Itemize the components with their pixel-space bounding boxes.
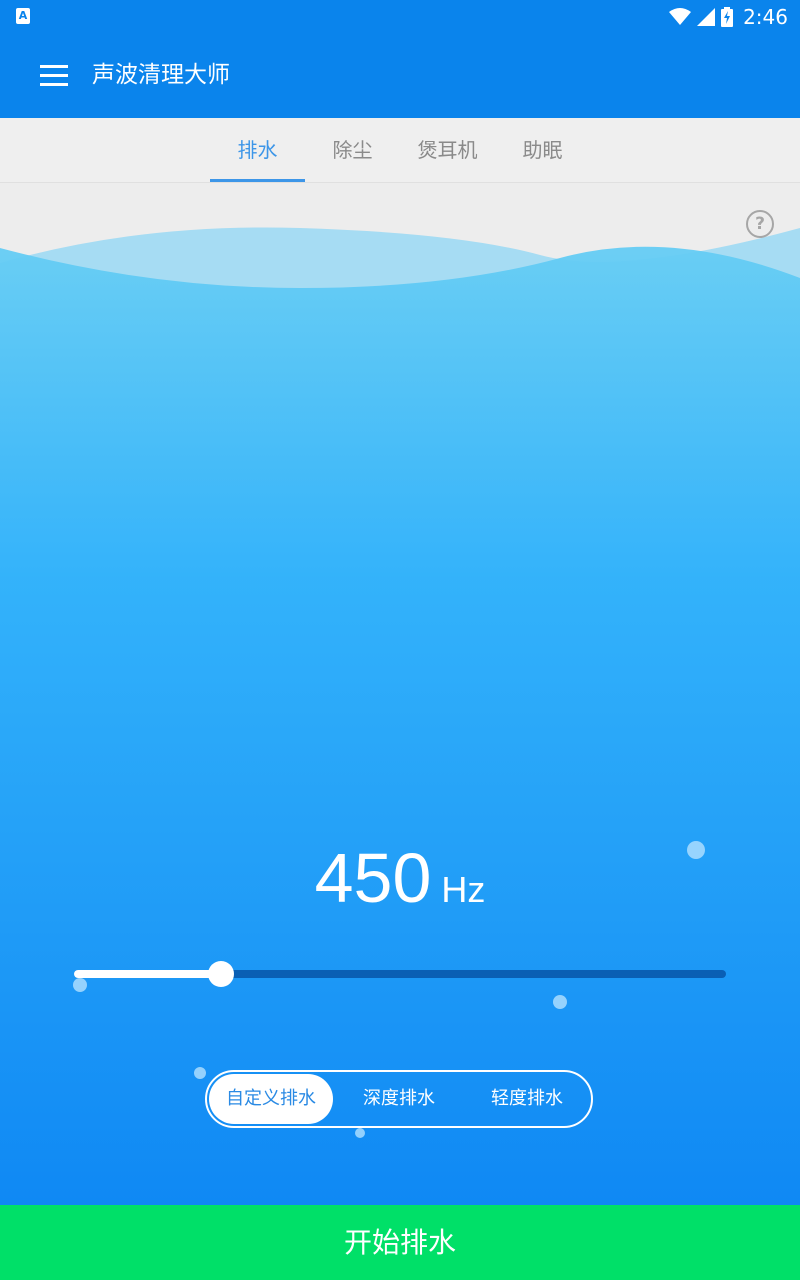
help-icon[interactable]: ? bbox=[746, 210, 774, 238]
app-toolbar: 声波清理大师 bbox=[0, 33, 800, 118]
tab-label: 除尘 bbox=[332, 138, 373, 162]
frequency-slider[interactable] bbox=[74, 961, 726, 987]
tab-dust-removal[interactable]: 除尘 bbox=[305, 118, 400, 182]
bubble bbox=[73, 978, 87, 992]
slider-fill bbox=[74, 970, 221, 978]
frequency-display: 450 Hz bbox=[0, 838, 800, 918]
status-indicators: 2:46 bbox=[669, 0, 788, 33]
tab-active-indicator bbox=[210, 179, 305, 182]
start-drain-button[interactable]: 开始排水 bbox=[0, 1205, 800, 1280]
app-notification-icon: A bbox=[16, 8, 30, 24]
tab-headphone-burn-in[interactable]: 煲耳机 bbox=[400, 118, 495, 182]
slider-thumb[interactable] bbox=[208, 961, 234, 987]
bubble bbox=[687, 841, 705, 859]
wifi-icon bbox=[669, 7, 692, 25]
tab-sleep-aid[interactable]: 助眠 bbox=[495, 118, 590, 182]
frequency-unit: Hz bbox=[441, 869, 486, 910]
battery-charging-icon bbox=[721, 6, 734, 27]
mode-light-drain[interactable]: 轻度排水 bbox=[465, 1074, 589, 1124]
bubble bbox=[553, 995, 567, 1009]
drain-panel: ? 450 Hz 自定义排水 深度排水 轻度排水 bbox=[0, 183, 800, 1205]
frequency-value: 450 bbox=[314, 839, 432, 917]
status-bar: A 2:46 bbox=[0, 0, 800, 33]
tab-label: 排水 bbox=[237, 138, 278, 162]
menu-icon[interactable] bbox=[40, 65, 68, 87]
water-wave-background bbox=[0, 227, 800, 1205]
mode-custom-drain[interactable]: 自定义排水 bbox=[209, 1074, 333, 1124]
signal-icon bbox=[697, 7, 716, 26]
app-title: 声波清理大师 bbox=[92, 62, 230, 88]
tab-drain[interactable]: 排水 bbox=[210, 118, 305, 182]
status-time: 2:46 bbox=[743, 4, 788, 29]
bubble bbox=[194, 1067, 206, 1079]
tab-label: 助眠 bbox=[522, 138, 563, 162]
tab-bar: 排水 除尘 煲耳机 助眠 bbox=[0, 118, 800, 183]
drain-mode-selector: 自定义排水 深度排水 轻度排水 bbox=[205, 1070, 593, 1128]
bubble bbox=[355, 1128, 365, 1138]
tab-label: 煲耳机 bbox=[417, 138, 478, 162]
mode-deep-drain[interactable]: 深度排水 bbox=[337, 1074, 461, 1124]
